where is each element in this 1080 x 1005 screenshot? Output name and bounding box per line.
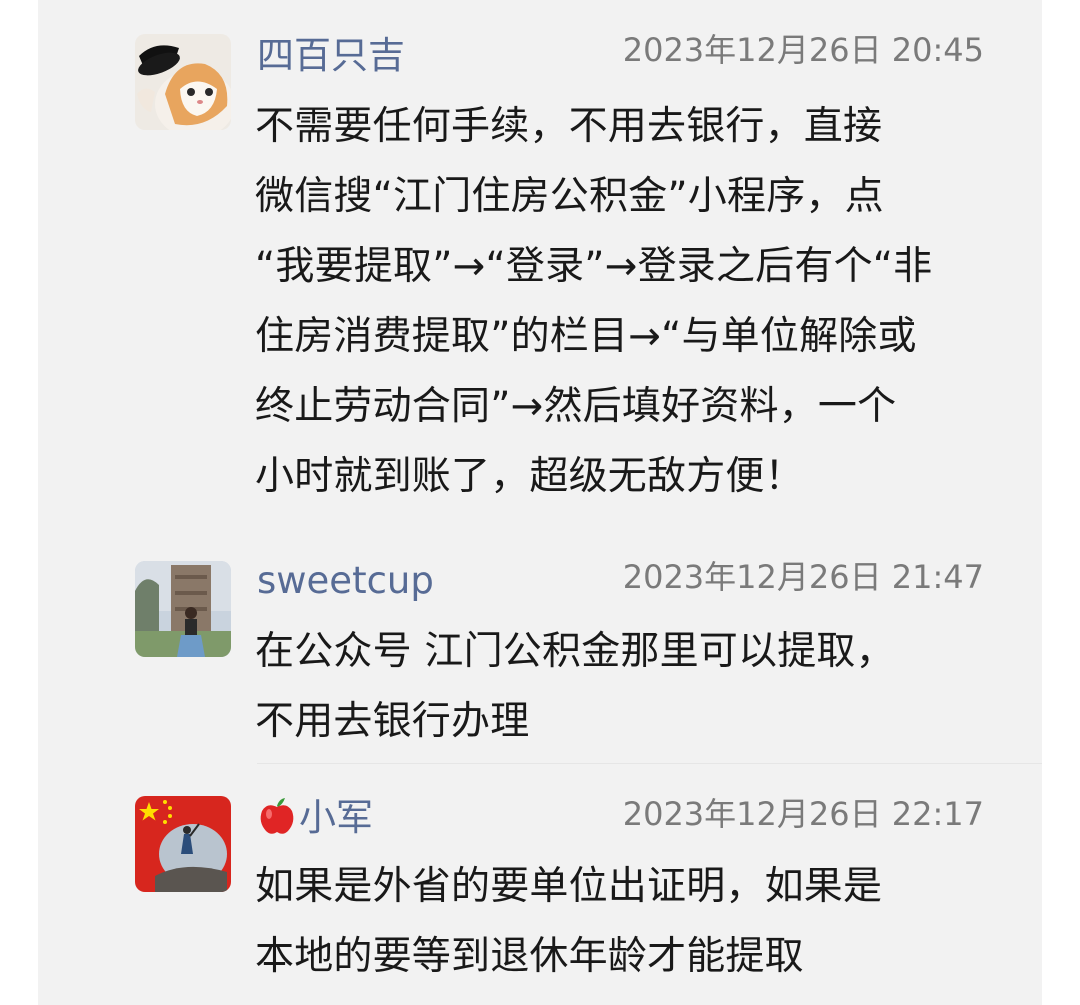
avatar[interactable] (135, 561, 231, 657)
avatar[interactable] (135, 34, 231, 130)
comment-text-line: 住房消费提取”的栏目→“与单位解除或 (255, 314, 917, 359)
comment-text-line: 终止劳动合同”→然后填好资料，一个 (255, 384, 897, 429)
username[interactable]: 小军 (257, 796, 373, 840)
comment-text-line: 在公众号 江门公积金那里可以提取， (255, 629, 895, 674)
username[interactable]: sweetcup (257, 559, 434, 603)
cat-with-hat-avatar-icon (135, 34, 231, 130)
person-at-tower-avatar-icon (135, 561, 231, 657)
apple-icon (260, 798, 294, 834)
timestamp: 2023年12月26日 20:45 (622, 31, 984, 69)
comment-text-line: 不用去银行办理 (255, 699, 530, 744)
comment-text-line: 小时就到账了，超级无敌方便！ (255, 454, 804, 499)
china-flag-person-avatar-icon (135, 796, 231, 892)
avatar[interactable] (135, 796, 231, 892)
comment-text-line: 本地的要等到退休年龄才能提取 (255, 934, 804, 979)
username[interactable]: 四百只吉 (257, 34, 405, 78)
divider (257, 763, 1042, 764)
comment-text: 不需要任何手续，不用去银行，直接 微信搜“江门住房公积金”小程序，点 “我要提取… (255, 92, 1025, 512)
comments-card: 四百只吉 2023年12月26日 20:45 不需要任何手续，不用去银行，直接 … (38, 0, 1042, 1005)
comment-text-line: “我要提取”→“登录”→登录之后有个“非 (255, 244, 933, 289)
timestamp: 2023年12月26日 22:17 (622, 795, 984, 833)
comment-text-line: 如果是外省的要单位出证明，如果是 (255, 864, 883, 909)
comment-text: 如果是外省的要单位出证明，如果是 本地的要等到退休年龄才能提取 (255, 852, 1025, 992)
comment-text-line: 不需要任何手续，不用去银行，直接 (255, 104, 883, 149)
comment-text-line: 微信搜“江门住房公积金”小程序，点 (255, 174, 884, 219)
page: 四百只吉 2023年12月26日 20:45 不需要任何手续，不用去银行，直接 … (0, 0, 1080, 1005)
comment-text: 在公众号 江门公积金那里可以提取， 不用去银行办理 (255, 617, 1025, 757)
timestamp: 2023年12月26日 21:47 (622, 558, 984, 596)
